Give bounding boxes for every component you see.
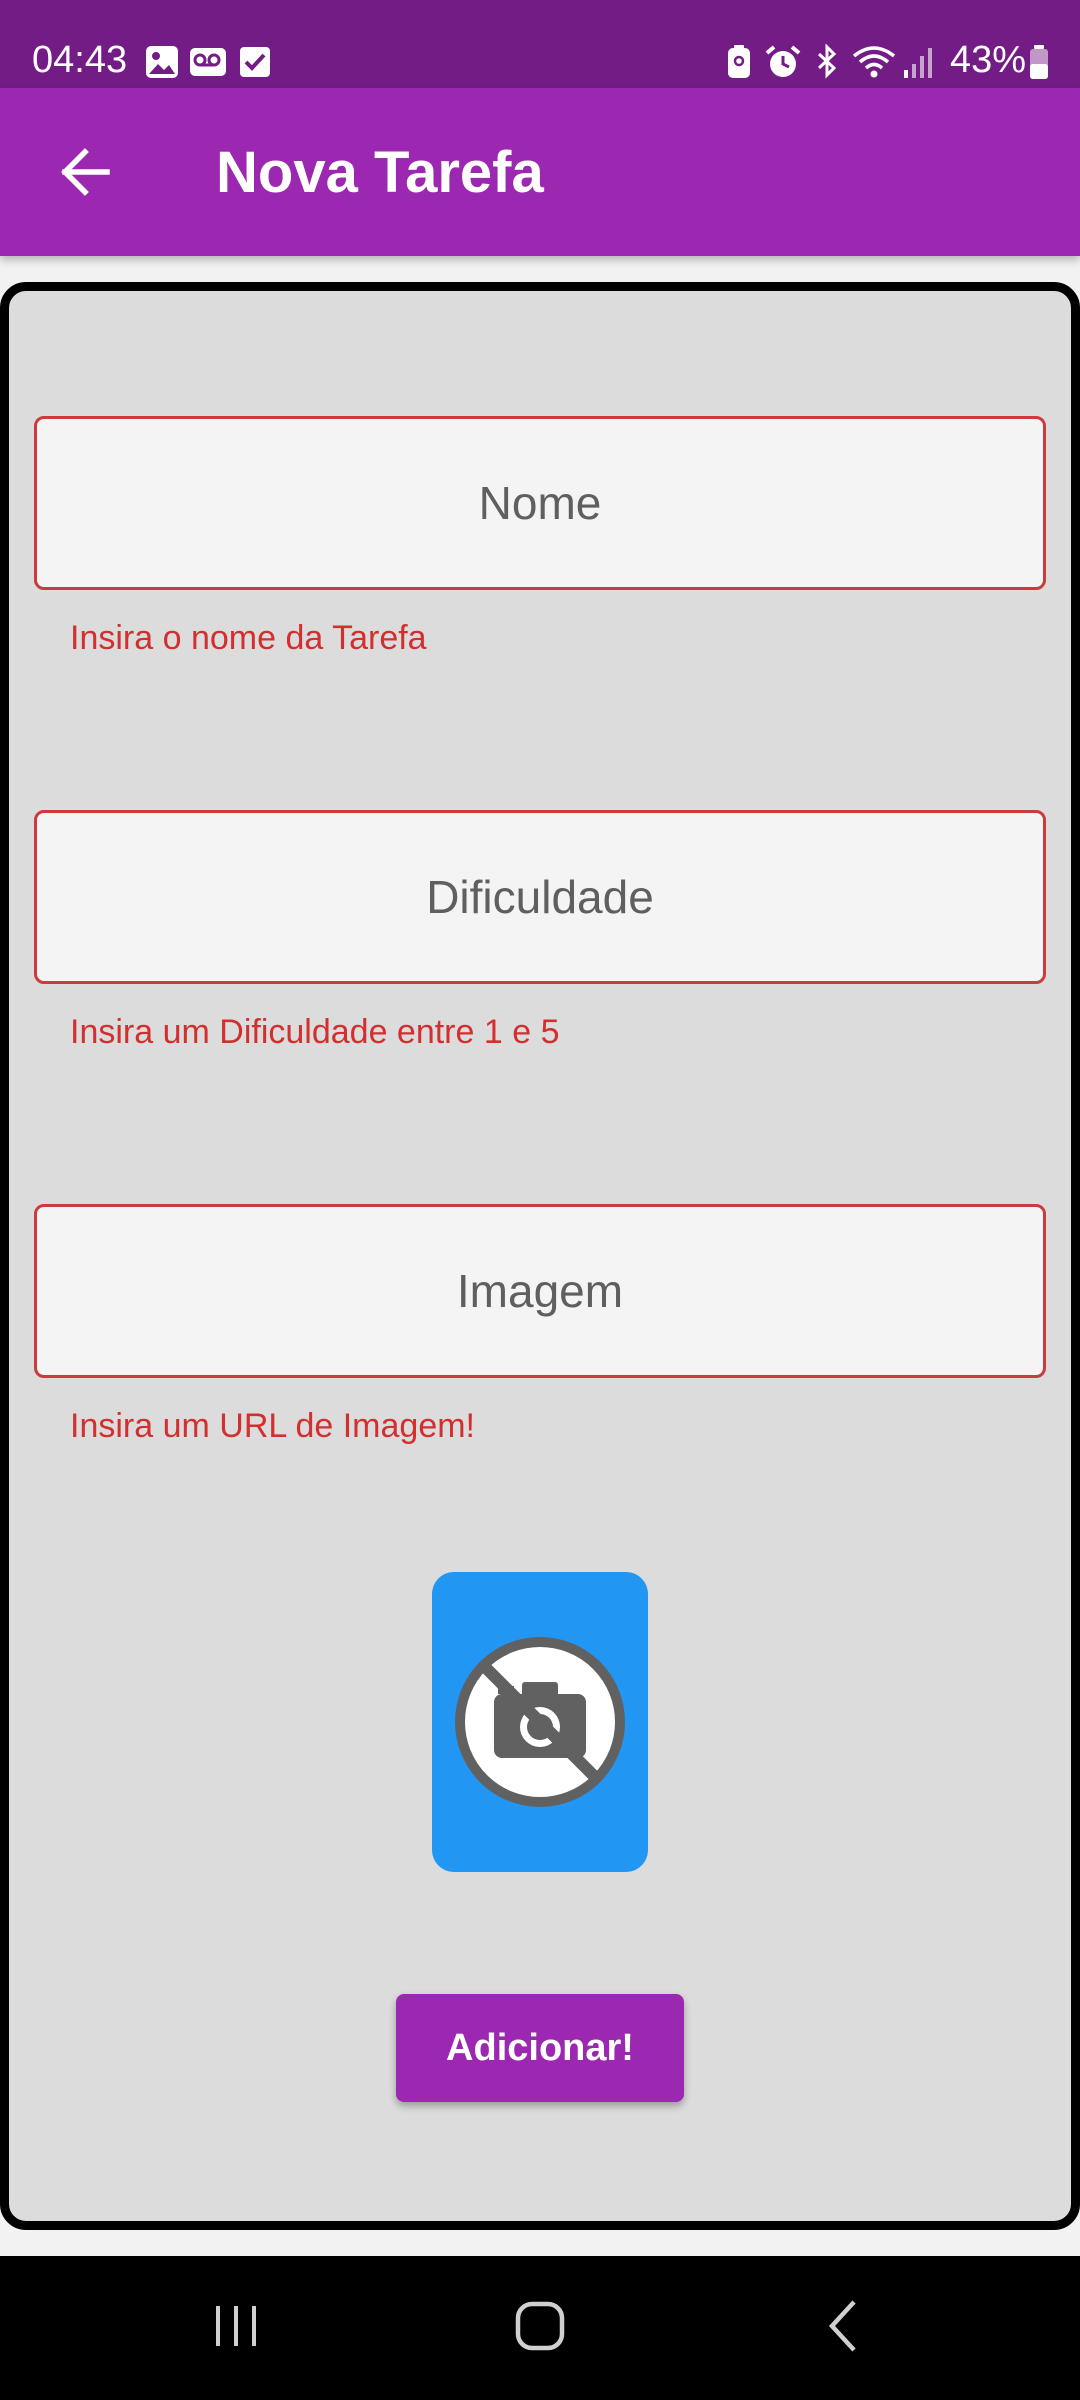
image-notification-icon [146,46,178,78]
alarm-icon [765,45,801,77]
battery-icon [1030,45,1048,79]
image-url-input[interactable]: Imagem [34,1204,1046,1378]
recents-button[interactable] [178,2276,298,2376]
add-button[interactable]: Adicionar! [396,1994,684,2102]
image-url-error: Insira um URL de Imagem! [70,1407,475,1445]
name-input-placeholder: Nome [478,477,602,529]
image-url-input-placeholder: Imagem [456,1265,624,1317]
image-preview [432,1572,648,1872]
voicemail-icon [190,48,226,76]
battery-saver-icon [728,45,750,78]
no-photo-icon [455,1637,625,1807]
checkbox-icon [240,47,270,77]
navigation-bar [0,2256,1080,2400]
difficulty-input[interactable]: Dificuldade [34,810,1046,984]
recents-icon [216,2306,256,2346]
status-time: 04:43 [32,39,128,81]
home-icon [515,2301,565,2351]
page-title: Nova Tarefa [216,140,544,205]
nav-back-button[interactable] [784,2276,904,2376]
difficulty-error: Insira um Dificuldade entre 1 e 5 [70,1013,560,1051]
arrow-back-icon [61,148,110,196]
name-input[interactable]: Nome [34,416,1046,590]
difficulty-input-placeholder: Dificuldade [426,871,654,923]
bluetooth-icon [817,44,837,79]
home-button[interactable] [480,2276,600,2376]
name-error: Insira o nome da Tarefa [70,619,427,657]
battery-percentage: 43% [949,39,1026,81]
status-bar: 04:43 43% [0,0,1080,88]
wifi-icon [852,46,896,78]
app-bar: Nova Tarefa [0,88,1080,256]
signal-icon [904,48,932,78]
back-icon [828,2300,856,2352]
back-button[interactable] [40,122,130,222]
